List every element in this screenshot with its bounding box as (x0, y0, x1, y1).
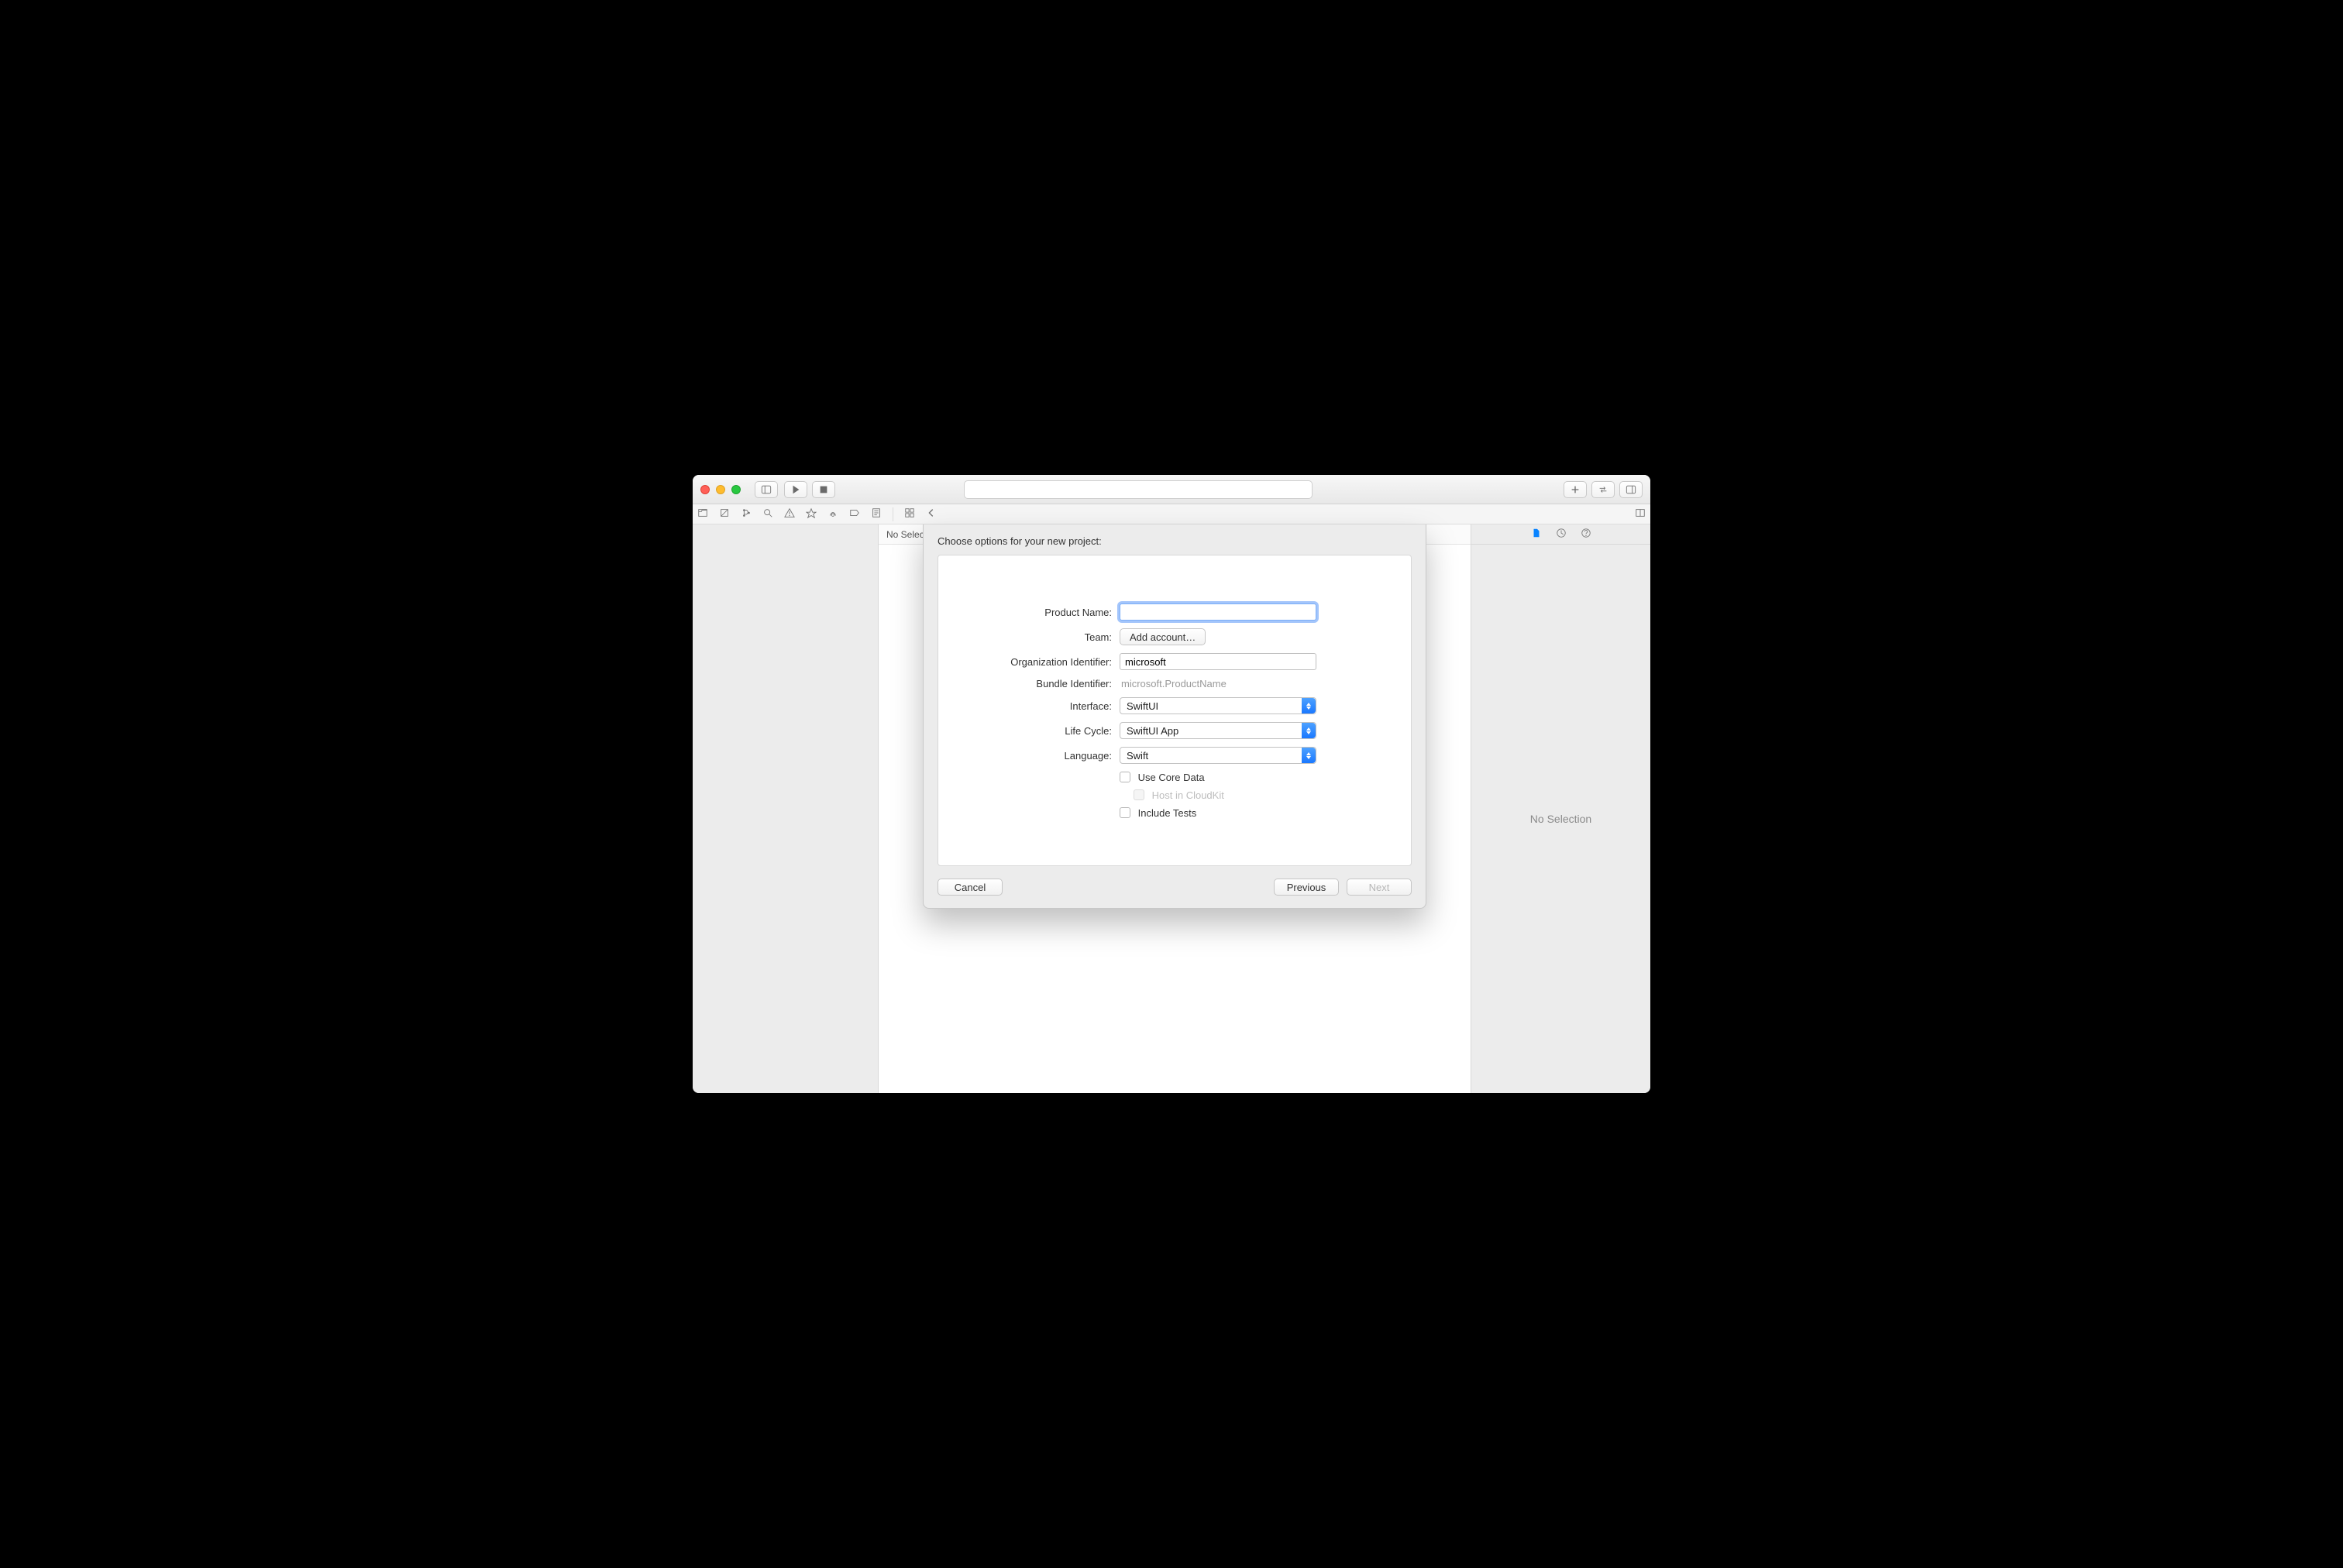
editor-right-controls (1635, 507, 1646, 521)
cloudkit-label: Host in CloudKit (1152, 789, 1224, 801)
minimize-window-button[interactable] (716, 485, 725, 494)
sidebar-right-icon (1626, 484, 1636, 495)
product-name-field[interactable] (1120, 603, 1316, 621)
team-label: Team: (965, 631, 1120, 643)
language-value: Swift (1127, 750, 1148, 762)
issue-navigator-icon[interactable] (784, 507, 795, 521)
language-popup[interactable]: Swift (1120, 747, 1316, 764)
project-navigator-icon[interactable] (697, 507, 708, 521)
navigator-pane (693, 524, 879, 1093)
new-project-sheet: Choose options for your new project: Pro… (923, 524, 1426, 909)
find-navigator-icon[interactable] (762, 507, 773, 521)
bundle-id-label: Bundle Identifier: (965, 678, 1120, 689)
library-button[interactable] (1564, 481, 1587, 498)
plus-icon (1570, 484, 1581, 495)
titlebar (693, 475, 1650, 504)
test-navigator-icon[interactable] (806, 507, 817, 521)
next-button[interactable]: Next (1347, 879, 1412, 896)
editor-grid-icon[interactable] (904, 507, 915, 521)
titlebar-left-group (755, 481, 778, 498)
use-core-data-label: Use Core Data (1138, 772, 1205, 783)
sidebar-icon (761, 484, 772, 495)
life-cycle-value: SwiftUI App (1127, 725, 1178, 737)
traffic-lights (700, 485, 741, 494)
interface-label: Interface: (965, 700, 1120, 712)
sidebar-toggle-button[interactable] (755, 481, 778, 498)
code-review-button[interactable] (1591, 481, 1615, 498)
titlebar-right-group (1564, 481, 1643, 498)
titlebar-run-group (784, 481, 835, 498)
product-name-label: Product Name: (965, 607, 1120, 618)
history-inspector-icon[interactable] (1556, 528, 1567, 541)
debug-navigator-icon[interactable] (827, 507, 838, 521)
cancel-button[interactable]: Cancel (938, 879, 1003, 896)
help-inspector-icon[interactable] (1581, 528, 1591, 541)
sheet-button-row: Cancel Previous Next (938, 879, 1412, 896)
include-tests-checkbox[interactable] (1120, 807, 1130, 818)
org-id-field[interactable] (1120, 653, 1316, 670)
chevrons-icon (1302, 723, 1316, 738)
navigator-tabs (697, 507, 882, 521)
zoom-window-button[interactable] (731, 485, 741, 494)
chevrons-icon (1302, 748, 1316, 763)
life-cycle-label: Life Cycle: (965, 725, 1120, 737)
cloudkit-checkbox (1134, 789, 1144, 800)
activity-viewer[interactable] (964, 480, 1313, 499)
editor-nav (904, 507, 937, 521)
inspector-toggle-button[interactable] (1619, 481, 1643, 498)
source-control-navigator-icon[interactable] (719, 507, 730, 521)
file-inspector-icon[interactable] (1531, 528, 1542, 541)
sheet-title: Choose options for your new project: (938, 535, 1412, 547)
include-tests-label: Include Tests (1138, 807, 1197, 819)
navigator-tabbar (693, 504, 1650, 524)
sheet-form: Product Name: Team: Add account… Organiz… (938, 555, 1412, 866)
chevrons-icon (1302, 698, 1316, 714)
run-button[interactable] (784, 481, 807, 498)
editor-layout-icon[interactable] (1635, 507, 1646, 521)
inspector-pane: No Selection (1471, 524, 1650, 1093)
main-split: No Selection Choose options for your new… (693, 524, 1650, 1093)
add-account-button[interactable]: Add account… (1120, 628, 1206, 645)
interface-popup[interactable]: SwiftUI (1120, 697, 1316, 714)
bundle-id-value: microsoft.ProductName (1120, 678, 1227, 689)
play-icon (790, 484, 801, 495)
previous-button[interactable]: Previous (1274, 879, 1339, 896)
org-id-label: Organization Identifier: (965, 656, 1120, 668)
interface-value: SwiftUI (1127, 700, 1158, 712)
breakpoint-navigator-icon[interactable] (849, 507, 860, 521)
editor-pane: No Selection Choose options for your new… (879, 524, 1471, 1093)
xcode-window: No Selection Choose options for your new… (693, 475, 1650, 1093)
use-core-data-checkbox[interactable] (1120, 772, 1130, 782)
language-label: Language: (965, 750, 1120, 762)
stop-icon (818, 484, 829, 495)
symbol-navigator-icon[interactable] (741, 507, 752, 521)
inspector-empty-text: No Selection (1471, 545, 1650, 1093)
life-cycle-popup[interactable]: SwiftUI App (1120, 722, 1316, 739)
arrows-icon (1598, 484, 1608, 495)
history-back-icon[interactable] (926, 507, 937, 521)
inspector-tabs (1471, 524, 1650, 545)
stop-button[interactable] (812, 481, 835, 498)
report-navigator-icon[interactable] (871, 507, 882, 521)
close-window-button[interactable] (700, 485, 710, 494)
